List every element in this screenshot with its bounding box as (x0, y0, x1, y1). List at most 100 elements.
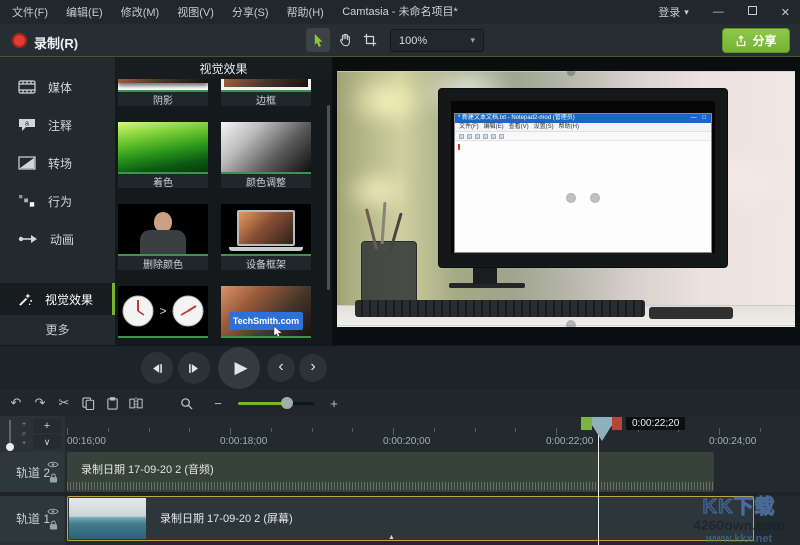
watermark-url: www.kkx.net (680, 533, 798, 545)
trackpad (649, 307, 733, 319)
lock-icon[interactable] (49, 519, 58, 530)
resize-handle-bottom[interactable] (566, 320, 576, 327)
record-icon[interactable] (12, 33, 27, 48)
effect-tile-remove-color[interactable]: 删除颜色 (118, 204, 208, 270)
split-icon (129, 397, 143, 410)
menu-file[interactable]: 文件(F) (12, 4, 48, 20)
timeline-zoom-button[interactable] (174, 397, 198, 410)
sidebar-item-annotations[interactable]: a 注释 (0, 107, 115, 143)
menu-view[interactable]: 视图(V) (177, 4, 214, 20)
menu-share[interactable]: 分享(S) (232, 4, 269, 20)
effect-tile-clock[interactable]: > (118, 286, 208, 338)
preview-stage[interactable]: * 新建文本文档.txt - Notepad2-mod (管理员) — □ 文件… (332, 57, 800, 345)
site-watermark: KK下载 4260own.com www.kkx.net (680, 490, 798, 545)
eye-icon[interactable] (47, 507, 59, 515)
notepad-menu-edit: 编辑(E) (484, 123, 504, 131)
zoom-out-button[interactable]: − (206, 396, 230, 411)
zoom-slider-thumb[interactable] (281, 397, 293, 409)
effects-scrollbar[interactable] (327, 105, 330, 290)
cut-button[interactable]: ✂ (52, 395, 76, 411)
mouse-cursor-icon (273, 326, 283, 338)
marker-icon[interactable]: ▲ (388, 534, 395, 541)
eye-icon[interactable] (47, 461, 59, 469)
redo-button[interactable]: ↷ (28, 395, 52, 411)
timeline-ruler[interactable]: 00:16;00 0:00:18;00 0:00:20;00 0:00:22;0… (65, 416, 800, 450)
collapse-tracks-button[interactable]: ∨ (33, 435, 61, 449)
screen-clip-selected[interactable]: 录制日期 17-09-20 2 (屏幕) ▲ (67, 496, 754, 541)
track-2-header[interactable]: 轨道 2 (0, 452, 64, 492)
play-icon: ▶ (234, 358, 247, 378)
effect-tile-watermark[interactable]: TechSmith.com (221, 286, 311, 338)
notepad-toolbar (455, 132, 711, 141)
crop-tool-button[interactable] (358, 28, 382, 52)
zoom-level-dropdown[interactable]: 100% ▾ (390, 29, 484, 52)
playhead-in-handle[interactable] (581, 417, 592, 430)
animation-arrow-icon (18, 233, 38, 245)
play-button[interactable]: ▶ (218, 347, 260, 389)
paste-button[interactable] (100, 397, 124, 410)
sidebar-item-visual-effects[interactable]: 视觉效果 (0, 283, 115, 315)
add-track-button[interactable]: + (33, 419, 61, 433)
record-button[interactable]: 录制(R) (34, 33, 78, 52)
previous-clip-button[interactable]: ‹ (267, 354, 295, 382)
zoom-in-button[interactable]: + (322, 396, 346, 411)
split-button[interactable] (124, 397, 148, 410)
main-toolbar: 录制(R) 100% ▾ 分享 (0, 24, 800, 57)
rotation-handle[interactable] (590, 193, 600, 203)
track-zoom-control[interactable]: +⌕+ (18, 420, 30, 450)
login-label: 登录 (658, 4, 680, 20)
menu-modify[interactable]: 修改(M) (121, 4, 160, 20)
filmstrip-icon (18, 80, 36, 94)
sidebar-item-label: 媒体 (48, 79, 72, 96)
effect-tile-label: 着色 (118, 174, 208, 188)
preview-canvas[interactable]: * 新建文本文档.txt - Notepad2-mod (管理员) — □ 文件… (337, 71, 795, 327)
keyboard (355, 300, 645, 317)
timeline: +⌕+ + ∨ 00:16;00 0:00:18;00 0:00:20;00 0… (0, 416, 800, 545)
step-back-button[interactable] (141, 352, 173, 384)
lock-icon[interactable] (49, 473, 58, 484)
close-button[interactable]: ✕ (781, 6, 790, 19)
sidebar-item-media[interactable]: 媒体 (0, 69, 115, 105)
previous-frame-icon (150, 363, 164, 374)
effect-tile-label: 边框 (221, 92, 311, 106)
menu-edit[interactable]: 编辑(E) (66, 4, 103, 20)
step-forward-button[interactable] (178, 352, 210, 384)
scissors-icon: ✂ (59, 395, 70, 411)
sidebar-item-more[interactable]: 更多 (0, 317, 115, 341)
share-button[interactable]: 分享 (722, 28, 790, 53)
svg-text:a: a (25, 121, 29, 128)
cursor-icon (311, 33, 326, 48)
playhead-line[interactable] (598, 430, 599, 545)
caret-down-icon: ▾ (684, 7, 689, 18)
copy-button[interactable] (76, 397, 100, 410)
effect-tile-label: 颜色调整 (221, 174, 311, 188)
maximize-button[interactable] (748, 6, 757, 18)
pan-tool-button[interactable] (333, 28, 357, 52)
minimize-button[interactable]: — (713, 6, 724, 18)
effect-tile-device-frame[interactable]: 设备框架 (221, 204, 311, 270)
playhead-head[interactable] (592, 425, 612, 441)
track-1-header[interactable]: 轨道 1 (0, 496, 64, 541)
playback-bar: ▶ ‹ › 00:22 / 00:24 属性 (0, 345, 800, 390)
sidebar-item-transitions[interactable]: 转场 (0, 145, 115, 181)
track-height-slider-thumb[interactable] (6, 443, 14, 451)
chevron-left-icon: ‹ (278, 358, 283, 376)
device-frame-thumbnail (221, 204, 311, 256)
effect-tile-color-adjustment[interactable]: 颜色调整 (221, 122, 311, 188)
sidebar-item-label: 动画 (50, 231, 74, 248)
audio-clip[interactable]: 录制日期 17-09-20 2 (音频) (67, 452, 714, 492)
cursor-tool-button[interactable] (306, 28, 330, 52)
crop-icon (363, 33, 377, 47)
undo-button[interactable]: ↶ (4, 395, 28, 411)
effect-tile-colorize[interactable]: 着色 (118, 122, 208, 188)
sidebar-item-behaviors[interactable]: 行为 (0, 183, 115, 219)
next-clip-button[interactable]: › (299, 354, 327, 382)
center-handle[interactable] (566, 193, 576, 203)
menu-help[interactable]: 帮助(H) (287, 4, 324, 20)
login-button[interactable]: 登录 ▾ (658, 4, 689, 20)
playhead-out-handle[interactable] (612, 417, 622, 430)
effect-tile-label: 阴影 (118, 92, 208, 106)
color-adjustment-thumbnail (221, 122, 311, 174)
sidebar-item-animations[interactable]: 动画 (0, 221, 115, 257)
timeline-zoom-slider[interactable] (238, 402, 314, 405)
